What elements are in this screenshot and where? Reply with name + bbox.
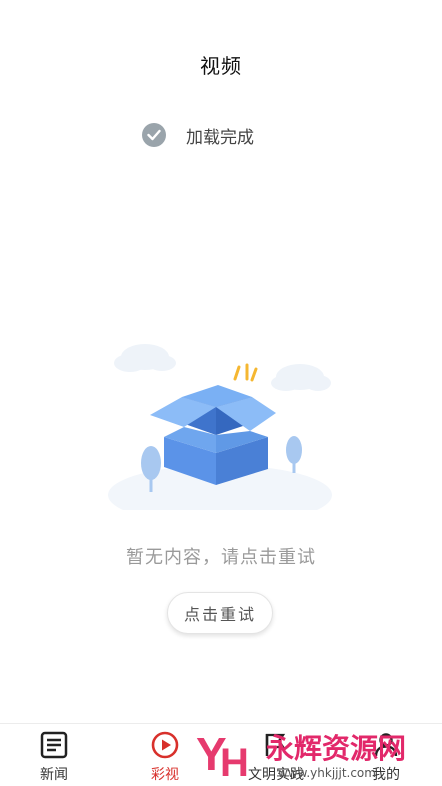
bottom-tab-bar: 新闻 彩视 文明实践 我的	[0, 723, 442, 785]
flag-icon	[265, 733, 286, 756]
tab-video-label: 彩视	[151, 767, 179, 783]
tab-news-label: 新闻	[40, 767, 68, 783]
check-circle-icon	[142, 123, 166, 147]
tab-civilization-label: 文明实践	[248, 767, 304, 783]
play-circle-icon	[151, 731, 179, 759]
load-status: 加载完成	[142, 122, 254, 148]
page-title: 视频	[200, 54, 242, 78]
load-status-text: 加载完成	[186, 127, 254, 148]
empty-box-illustration	[100, 335, 340, 525]
person-icon	[374, 733, 398, 757]
tab-civilization[interactable]: 文明实践	[232, 724, 320, 786]
tab-video[interactable]: 彩视	[121, 724, 209, 786]
retry-button[interactable]: 点击重试	[167, 592, 273, 634]
tab-mine[interactable]: 我的	[342, 724, 430, 786]
news-icon	[40, 731, 68, 759]
empty-message: 暂无内容，请点击重试	[126, 547, 316, 568]
tab-mine-label: 我的	[372, 767, 400, 783]
tab-news[interactable]: 新闻	[10, 724, 98, 786]
